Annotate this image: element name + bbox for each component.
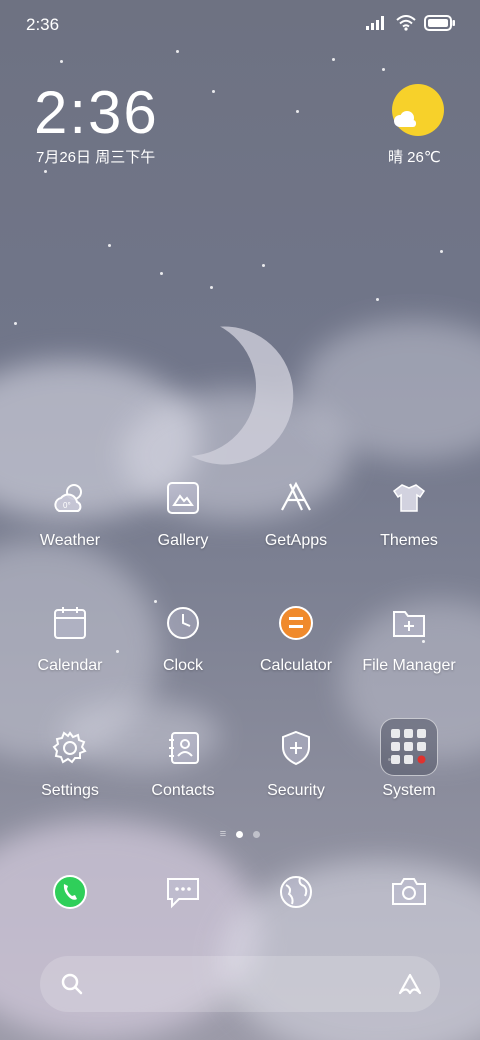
dock-camera[interactable]: [387, 870, 431, 914]
svg-text:0°: 0°: [63, 501, 71, 510]
phone-icon: [53, 875, 87, 909]
dock-messages[interactable]: [161, 870, 205, 914]
app-label: Calculator: [259, 657, 333, 674]
clock-widget-date[interactable]: 7月26日 周三下午: [36, 146, 155, 167]
app-calendar[interactable]: Calendar: [14, 601, 126, 675]
app-label: Clock: [162, 657, 203, 674]
assistant-icon[interactable]: [396, 970, 424, 998]
messages-icon: [167, 878, 199, 909]
cloud-icon: [394, 111, 416, 127]
app-label: Gallery: [157, 532, 209, 549]
weather-widget-text[interactable]: 晴 26℃: [388, 146, 441, 167]
weather-icon: 0°: [48, 476, 92, 520]
app-label: Contacts: [151, 782, 215, 799]
app-file-manager[interactable]: File Manager: [353, 601, 465, 675]
app-label: Settings: [41, 782, 99, 799]
folder-grid-icon: [380, 718, 438, 776]
shield-icon: [274, 726, 318, 770]
clock-icon: [161, 601, 205, 645]
dock-phone[interactable]: [48, 870, 92, 914]
feed-indicator-icon: ≡: [219, 828, 227, 840]
app-settings[interactable]: Settings: [14, 726, 126, 800]
search-bar[interactable]: [40, 956, 440, 1012]
calendar-icon: [48, 601, 92, 645]
clock-widget-time[interactable]: 2:36: [34, 78, 159, 147]
browser-icon: [280, 876, 312, 908]
page-dot-active: [236, 830, 244, 838]
wifi-icon: [396, 15, 416, 31]
page-dot: [253, 830, 261, 838]
app-clock[interactable]: Clock: [127, 601, 239, 675]
search-icon: [61, 973, 83, 995]
app-label: Security: [267, 782, 325, 799]
app-label: File Manager: [362, 657, 456, 674]
page-indicator[interactable]: ≡: [0, 828, 480, 840]
app-system-folder[interactable]: System: [353, 718, 465, 800]
status-bar: 2:36: [0, 0, 480, 50]
app-themes[interactable]: Themes: [353, 476, 465, 550]
dock-browser[interactable]: [274, 870, 318, 914]
signal-icon: [366, 16, 384, 30]
app-label: System: [382, 782, 436, 799]
app-getapps[interactable]: GetApps: [240, 476, 352, 550]
folder-icon: [387, 601, 431, 645]
calculator-icon: [274, 601, 318, 645]
status-time: 2:36: [26, 15, 60, 34]
contacts-icon: [161, 726, 205, 770]
app-label: Calendar: [37, 657, 103, 674]
getapps-icon: [274, 476, 318, 520]
app-label: GetApps: [264, 532, 328, 549]
app-weather[interactable]: 0° Weather: [14, 476, 126, 550]
app-calculator[interactable]: Calculator: [240, 601, 352, 675]
gallery-icon: [161, 476, 205, 520]
gear-icon: [48, 726, 92, 770]
app-label: Weather: [39, 532, 101, 549]
battery-icon: [424, 15, 455, 31]
app-security[interactable]: Security: [240, 726, 352, 800]
app-gallery[interactable]: Gallery: [127, 476, 239, 550]
app-label: Themes: [380, 532, 438, 549]
camera-icon: [392, 878, 426, 905]
app-contacts[interactable]: Contacts: [127, 726, 239, 800]
themes-icon: [387, 476, 431, 520]
